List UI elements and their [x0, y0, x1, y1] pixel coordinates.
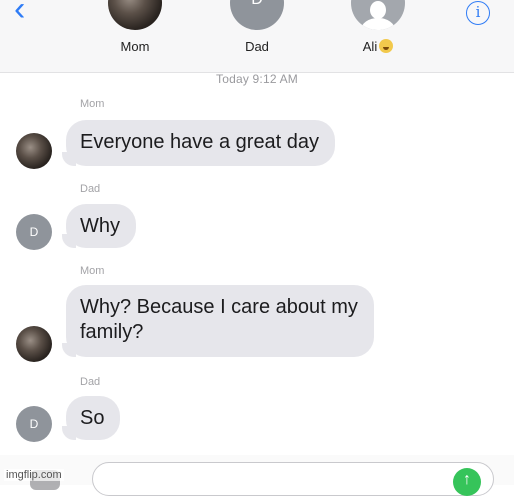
conversation-header: ‹ Mom D Dad Ali i	[0, 0, 514, 73]
message-text: Why	[80, 215, 120, 237]
avatar-initial: D	[230, 0, 284, 12]
contact-name-row: Ali	[353, 39, 403, 54]
message-timestamp: Today 9:12 AM	[216, 72, 298, 86]
avatar-initial: D	[29, 417, 39, 431]
message-text-line: Why? Because I care about my	[80, 296, 358, 318]
avatar	[16, 133, 52, 169]
message-bubble[interactable]: Everyone have a great day	[62, 120, 336, 166]
message-bubble[interactable]: Why	[62, 204, 136, 248]
bubble-tail	[62, 426, 76, 440]
avatar: D	[16, 406, 52, 442]
chevron-left-icon[interactable]: ‹	[14, 0, 44, 28]
sender-label: Mom	[80, 265, 105, 277]
bubble-tail	[62, 152, 76, 166]
avatar: D	[16, 214, 52, 250]
message-text: So	[80, 407, 105, 429]
emoji-face-icon	[379, 39, 394, 53]
sender-label: Dad	[80, 376, 101, 388]
person-placeholder-icon	[351, 0, 405, 30]
bubble-tail	[62, 234, 76, 248]
watermark: imgflip.com	[4, 469, 64, 481]
contact-name: Dad	[245, 39, 269, 54]
contact-name: Mom	[120, 39, 150, 54]
info-icon[interactable]: i	[466, 1, 490, 25]
send-button[interactable]: ↑	[453, 468, 481, 496]
message-bubble[interactable]: So	[62, 396, 121, 440]
avatar: D	[230, 0, 284, 30]
message-bubble[interactable]: Why? Because I care about my family?	[62, 285, 374, 357]
message-text: Everyone have a great day	[80, 131, 320, 153]
message-input[interactable]	[92, 462, 494, 496]
avatar	[108, 0, 162, 30]
avatar-initial: D	[29, 225, 39, 239]
sender-label: Mom	[80, 98, 105, 110]
message-text-line: family?	[80, 321, 144, 343]
avatar	[16, 326, 52, 362]
contact-name: Ali	[362, 39, 378, 54]
sender-label: Dad	[80, 183, 101, 195]
bubble-tail	[62, 343, 76, 357]
